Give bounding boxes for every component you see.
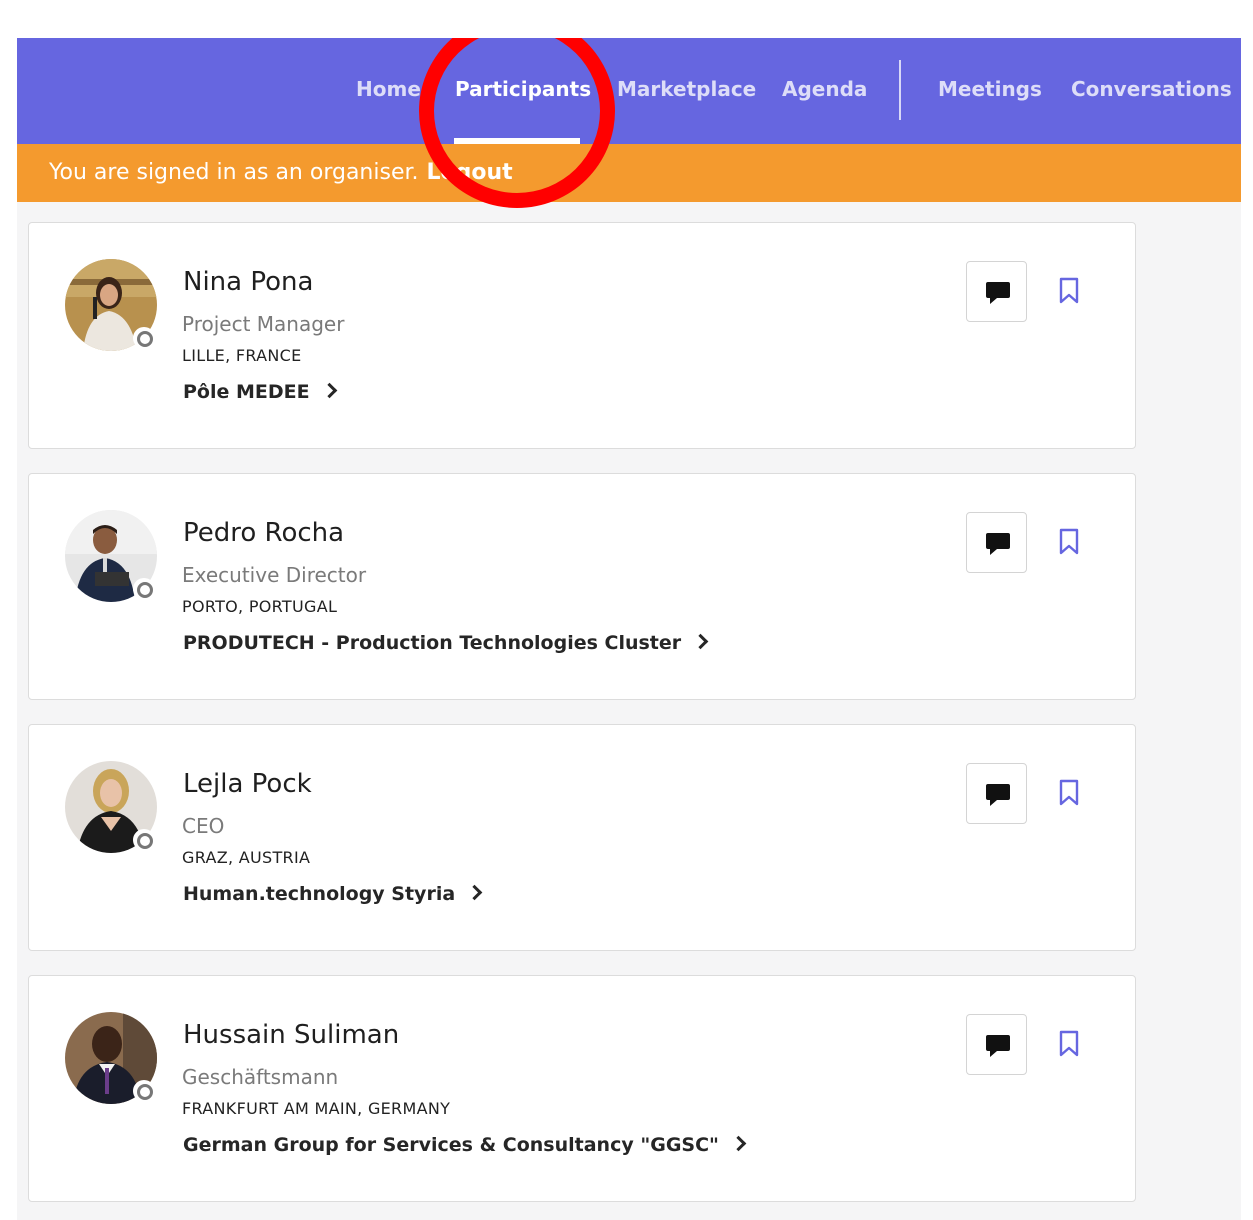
participant-role: Geschäftsmann	[182, 1065, 339, 1089]
nav-meetings[interactable]: Meetings	[938, 76, 1042, 102]
participant-name[interactable]: Lejla Pock	[183, 769, 312, 799]
participant-card[interactable]: Hussain Suliman Geschäftsmann FRANKFURT …	[28, 975, 1136, 1202]
chat-bubble-icon	[986, 1035, 1010, 1057]
participant-name[interactable]: Pedro Rocha	[183, 518, 344, 548]
organiser-banner: You are signed in as an organiser. Logout	[17, 144, 1241, 202]
organization-name: German Group for Services & Consultancy …	[183, 1134, 719, 1156]
participant-location: GRAZ, AUSTRIA	[182, 848, 311, 867]
chat-bubble-icon	[986, 282, 1010, 304]
organization-link[interactable]: PRODUTECH - Production Technologies Clus…	[183, 632, 709, 654]
status-ring-icon	[133, 829, 155, 851]
participant-role: Executive Director	[182, 563, 367, 587]
participant-card[interactable]: Pedro Rocha Executive Director PORTO, PO…	[28, 473, 1136, 700]
app-window: Home Participants Marketplace Agenda Mee…	[17, 38, 1241, 1220]
chat-button[interactable]	[966, 261, 1027, 322]
top-navigation: Home Participants Marketplace Agenda Mee…	[17, 38, 1241, 144]
chat-button[interactable]	[966, 763, 1027, 824]
bookmark-icon[interactable]	[1058, 1030, 1080, 1058]
participant-name[interactable]: Hussain Suliman	[183, 1020, 399, 1050]
organization-name: Pôle MEDEE	[183, 381, 310, 403]
bookmark-icon[interactable]	[1058, 528, 1080, 556]
logout-link[interactable]: Logout	[427, 160, 513, 185]
nav-marketplace[interactable]: Marketplace	[617, 76, 756, 102]
participant-role: Project Manager	[182, 312, 345, 336]
participant-card[interactable]: Nina Pona Project Manager LILLE, FRANCE …	[28, 222, 1136, 449]
chevron-right-icon	[466, 884, 483, 901]
organization-name: PRODUTECH - Production Technologies Clus…	[183, 632, 682, 654]
chat-button[interactable]	[966, 512, 1027, 573]
status-ring-icon	[133, 327, 155, 349]
participant-location: LILLE, FRANCE	[182, 346, 302, 365]
organization-link[interactable]: German Group for Services & Consultancy …	[183, 1134, 747, 1156]
participant-location: FRANKFURT AM MAIN, GERMANY	[182, 1099, 451, 1118]
bookmark-icon[interactable]	[1058, 779, 1080, 807]
organization-link[interactable]: Pôle MEDEE	[183, 381, 337, 403]
organization-link[interactable]: Human.technology Styria	[183, 883, 483, 905]
chevron-right-icon	[692, 633, 709, 650]
chevron-right-icon	[321, 382, 337, 399]
participant-role: CEO	[182, 814, 225, 838]
chat-bubble-icon	[986, 533, 1010, 555]
chat-button[interactable]	[966, 1014, 1027, 1075]
participant-card[interactable]: Lejla Pock CEO GRAZ, AUSTRIA Human.techn…	[28, 724, 1136, 951]
organization-name: Human.technology Styria	[183, 883, 456, 905]
status-ring-icon	[133, 1080, 155, 1102]
nav-home[interactable]: Home	[356, 76, 421, 102]
banner-text: You are signed in as an organiser.	[49, 160, 419, 185]
status-ring-icon	[133, 578, 155, 600]
nav-conversations[interactable]: Conversations	[1071, 76, 1232, 102]
participant-name[interactable]: Nina Pona	[183, 267, 313, 297]
nav-participants[interactable]: Participants	[455, 76, 591, 102]
chat-bubble-icon	[986, 784, 1010, 806]
participant-location: PORTO, PORTUGAL	[182, 597, 338, 616]
nav-divider	[899, 60, 901, 120]
chevron-right-icon	[730, 1135, 747, 1152]
nav-agenda[interactable]: Agenda	[782, 76, 867, 102]
bookmark-icon[interactable]	[1058, 277, 1080, 305]
